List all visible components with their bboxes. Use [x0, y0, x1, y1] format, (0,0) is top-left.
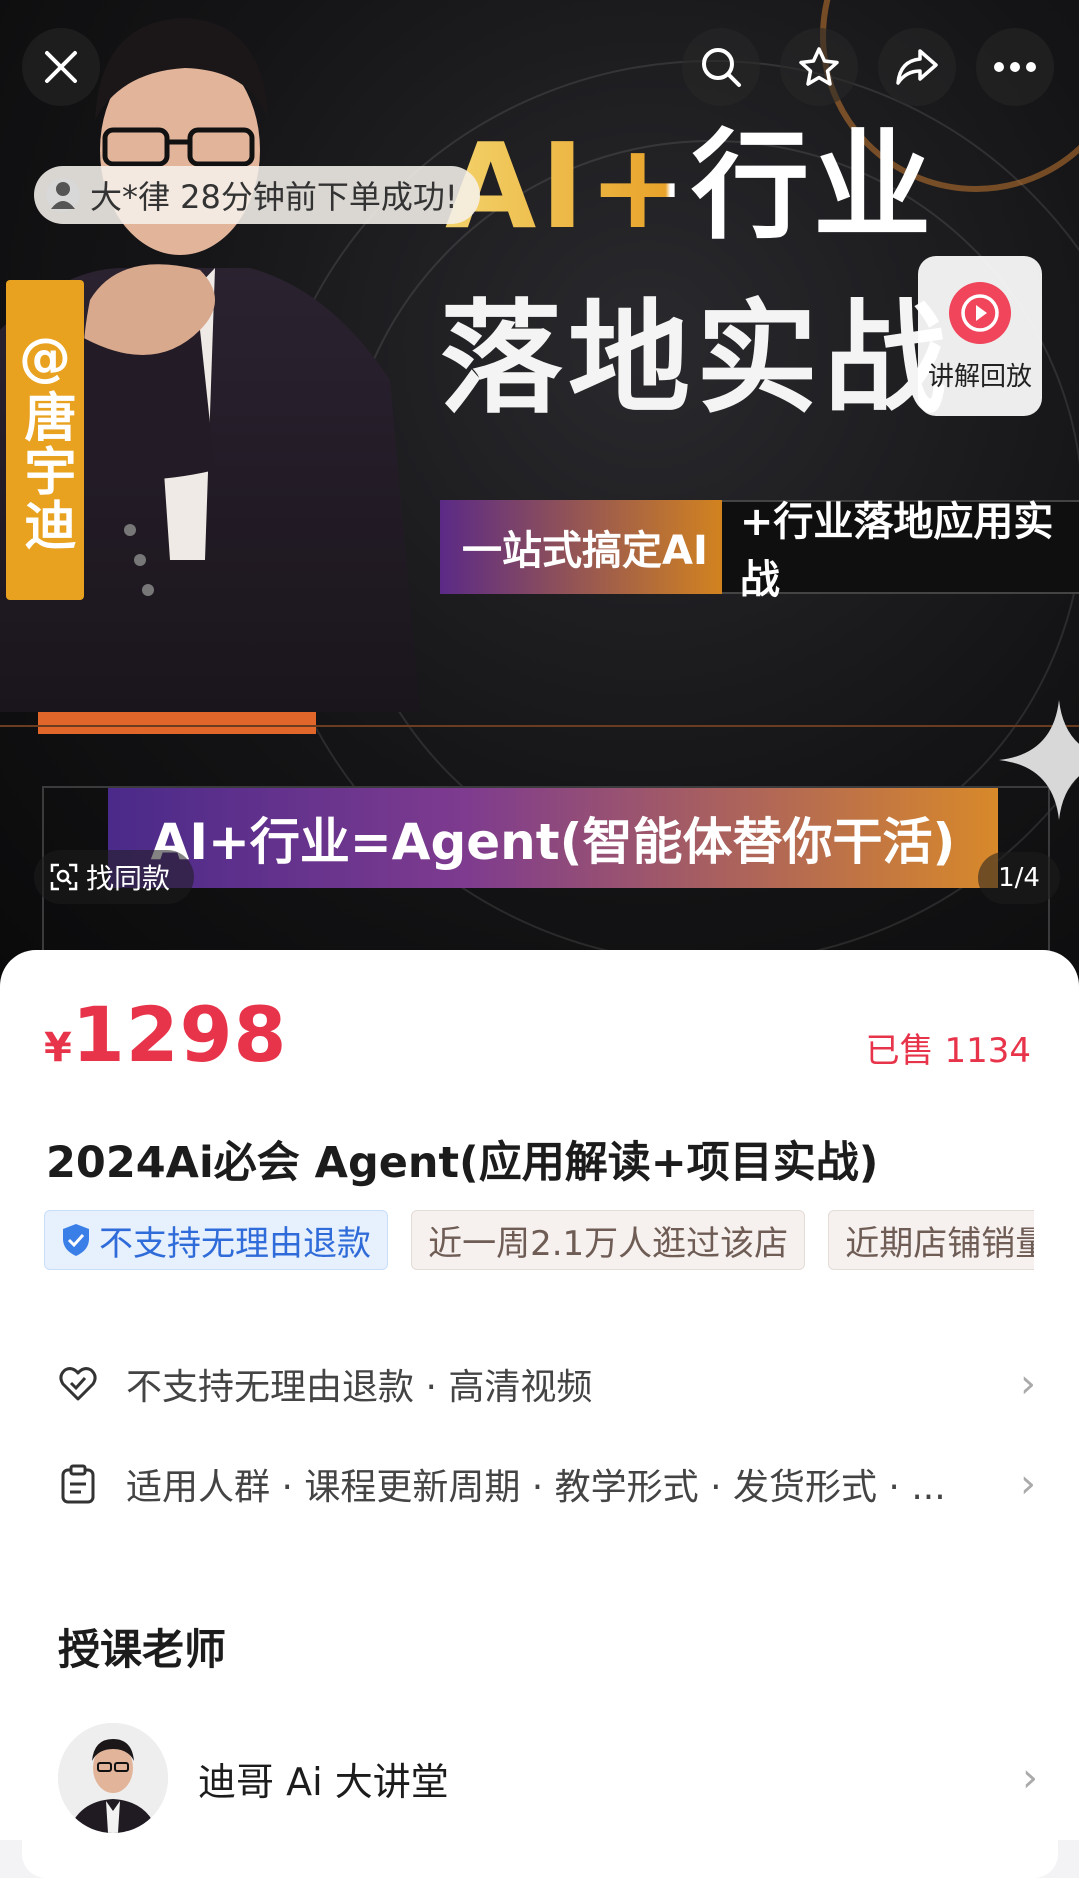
teacher-card: 授课老师 迪哥 Ai 大讲堂 › — [22, 1578, 1058, 1878]
tag-label: 近期店铺销量 — [845, 1223, 1034, 1264]
hero-slogan: AI+行业=Agent(智能体替你干活) — [108, 788, 998, 888]
more-button[interactable] — [976, 28, 1054, 106]
chevron-right-icon: › — [1020, 1361, 1036, 1407]
decor-bar — [38, 712, 316, 734]
search-button[interactable] — [682, 28, 760, 106]
section-title: 授课老师 — [58, 1625, 227, 1674]
hero-subtitle-band: 一站式搞定AI +行业落地应用实战 — [440, 499, 1079, 603]
play-circle-icon — [949, 281, 1011, 344]
recent-order-toast: 大*律 28分钟前下单成功! — [34, 166, 480, 224]
find-similar-button[interactable]: 找同款 — [34, 850, 195, 904]
more-icon — [994, 62, 1036, 72]
replay-button[interactable]: 讲解回放 — [918, 256, 1042, 416]
service-row-text: 适用人群 · 课程更新周期 · 教学形式 · 发货形式 · ... — [126, 1467, 946, 1508]
currency-symbol: ¥ — [44, 1025, 72, 1071]
product-title: 2024Ai必会 Agent(应用解读+项目实战) — [46, 1138, 879, 1188]
hero-title-line1: AI+行业 — [445, 90, 935, 261]
price-value: 1298 — [71, 990, 288, 1079]
store-visits-tag[interactable]: 近一周2.1万人逛过该店 — [411, 1210, 806, 1270]
close-button[interactable] — [22, 28, 100, 106]
close-icon — [45, 51, 77, 83]
store-sales-tag[interactable]: 近期店铺销量 — [828, 1210, 1034, 1270]
replay-label: 讲解回放 — [927, 361, 1032, 392]
service-row-refund[interactable]: 不支持无理由退款 · 高清视频 › — [56, 1354, 1036, 1414]
service-row-details[interactable]: 适用人群 · 课程更新周期 · 教学形式 · 发货形式 · ... › — [56, 1454, 1036, 1514]
find-similar-label: 找同款 — [86, 862, 171, 895]
band-right-text: +行业落地应用实战 — [721, 499, 1079, 603]
teacher-name: 迪哥 Ai 大讲堂 — [198, 1759, 449, 1804]
heart-shield-icon — [56, 1362, 100, 1406]
refund-policy-tag[interactable]: 不支持无理由退款 — [44, 1210, 388, 1270]
tag-label: 不支持无理由退款 — [99, 1223, 371, 1264]
favorite-button[interactable] — [780, 28, 858, 106]
tag-label: 近一周2.1万人逛过该店 — [428, 1223, 789, 1264]
sparkle-icon — [999, 700, 1079, 820]
image-pager: 1/4 — [978, 852, 1060, 904]
product-price: ¥1298 — [44, 990, 287, 1079]
service-info-card: 不支持无理由退款 · 高清视频 › 适用人群 · 课程更新周期 · 教学形式 ·… — [22, 1318, 1058, 1540]
user-icon — [51, 182, 75, 209]
search-icon — [702, 48, 741, 87]
scan-icon — [50, 863, 78, 891]
chevron-right-icon: › — [1022, 1755, 1038, 1801]
buyer-avatar — [46, 178, 80, 212]
instructor-name-tag: @唐宇迪 — [6, 280, 84, 600]
shield-check-icon — [63, 1224, 89, 1256]
decor-line — [0, 725, 1079, 727]
teacher-row[interactable]: 迪哥 Ai 大讲堂 › — [58, 1718, 1038, 1838]
teacher-avatar — [58, 1723, 168, 1833]
clipboard-icon — [56, 1462, 100, 1506]
product-image-carousel[interactable]: @唐宇迪 AI+行业 落地实战 一站式搞定AI +行业落地应用实战 AI+行业=… — [0, 0, 1079, 990]
sold-count: 已售 1134 — [865, 1031, 1031, 1071]
service-row-text: 不支持无理由退款 · 高清视频 — [126, 1367, 593, 1408]
star-icon — [799, 47, 839, 86]
share-button[interactable] — [878, 28, 956, 106]
product-tags: 不支持无理由退款 近一周2.1万人逛过该店 近期店铺销量 — [44, 1210, 1034, 1272]
share-icon — [896, 49, 938, 85]
hero-title-line2: 落地实战 — [440, 288, 952, 430]
chevron-right-icon: › — [1020, 1461, 1036, 1507]
toast-text: 大*律 28分钟前下单成功! — [90, 178, 458, 216]
band-left-text: 一站式搞定AI — [440, 500, 722, 594]
